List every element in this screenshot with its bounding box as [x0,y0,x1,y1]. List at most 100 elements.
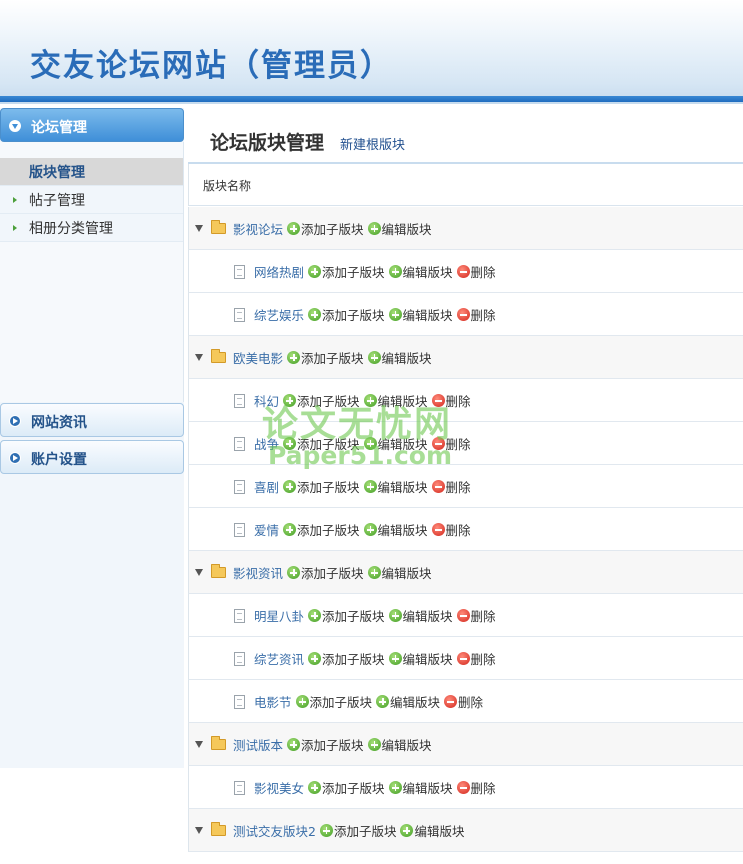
minus-circle-icon [456,781,470,794]
add-subboard-link-label: 添加子版块 [322,781,385,796]
board-name[interactable]: 综艺资讯 [254,649,304,668]
triangle-down-icon[interactable] [195,827,203,834]
edit-board-link-label: 编辑版块 [381,222,432,237]
expand-circle-icon [9,120,21,132]
edit-board-link[interactable]: 编辑版块 [400,821,465,840]
edit-board-link[interactable]: 编辑版块 [367,735,432,754]
board-name[interactable]: 网络热剧 [254,262,304,281]
board-name[interactable]: 测试版本 [233,735,283,754]
board-name[interactable]: 欧美电影 [233,348,283,367]
delete-board-link[interactable]: 删除 [444,692,483,711]
document-icon [234,307,245,322]
minus-circle-icon [431,394,445,407]
edit-board-link[interactable]: 编辑版块 [367,219,432,238]
edit-board-link[interactable]: 编辑版块 [363,391,428,410]
board-name[interactable]: 明星八卦 [254,606,304,625]
delete-board-link-label: 删除 [445,437,471,452]
plus-circle-icon [308,781,322,794]
board-row-child: 爱情 添加子版块 编辑版块 删除 [188,508,743,551]
add-subboard-link[interactable]: 添加子版块 [287,219,364,238]
add-subboard-link-label: 添加子版块 [301,566,364,581]
board-name[interactable]: 影视论坛 [233,219,283,238]
triangle-down-icon[interactable] [195,569,203,576]
board-name[interactable]: 爱情 [254,520,279,539]
edit-board-link[interactable]: 编辑版块 [363,520,428,539]
edit-board-link[interactable]: 编辑版块 [388,649,453,668]
edit-board-link[interactable]: 编辑版块 [367,563,432,582]
delete-board-link[interactable]: 删除 [456,649,496,668]
edit-board-link[interactable]: 编辑版块 [388,305,453,324]
triangle-down-icon[interactable] [195,741,203,748]
add-subboard-link-label: 添加子版块 [333,824,397,839]
add-subboard-link[interactable]: 添加子版块 [287,563,364,582]
edit-board-link[interactable]: 编辑版块 [367,348,432,367]
header-bar [0,96,743,102]
board-name[interactable]: 喜剧 [254,477,279,496]
document-icon [234,780,245,795]
add-subboard-link-label: 添加子版块 [301,738,364,753]
plus-circle-icon [287,738,301,751]
add-subboard-link[interactable]: 添加子版块 [308,262,385,281]
sidebar-item-board-manage[interactable]: 版块管理 [0,158,183,186]
edit-board-link[interactable]: 编辑版块 [363,434,428,453]
delete-board-link-label: 删除 [445,394,471,409]
board-name[interactable]: 综艺娱乐 [254,305,304,324]
delete-board-link[interactable]: 删除 [431,434,471,453]
add-subboard-link[interactable]: 添加子版块 [287,735,364,754]
delete-board-link[interactable]: 删除 [431,477,471,496]
delete-board-link[interactable]: 删除 [456,606,496,625]
add-subboard-link[interactable]: 添加子版块 [308,606,385,625]
add-subboard-link[interactable]: 添加子版块 [283,434,360,453]
add-subboard-link-label: 添加子版块 [301,351,364,366]
delete-board-link[interactable]: 删除 [456,778,496,797]
add-subboard-link[interactable]: 添加子版块 [283,391,360,410]
board-name[interactable]: 电影节 [254,692,292,711]
edit-board-link[interactable]: 编辑版块 [363,477,428,496]
main-content: 论坛版块管理 新建根版块 版块名称 影视论坛 添加子版块 编辑版块 网络热剧 添加子版块… [188,104,743,864]
board-row-parent: 影视论坛 添加子版块 编辑版块 [188,207,743,250]
plus-circle-icon [388,308,402,321]
board-row-parent: 影视资讯 添加子版块 编辑版块 [188,551,743,594]
sidebar-section-account[interactable]: 账户设置 [0,440,184,474]
minus-circle-icon [431,480,445,493]
edit-board-link-label: 编辑版块 [377,394,428,409]
add-subboard-link[interactable]: 添加子版块 [283,520,360,539]
delete-board-link[interactable]: 删除 [456,305,496,324]
edit-board-link[interactable]: 编辑版块 [376,692,440,711]
sidebar-section-forum[interactable]: 论坛管理 [0,108,184,142]
minus-circle-icon [444,695,458,708]
add-subboard-link[interactable]: 添加子版块 [319,821,397,840]
board-row-child: 科幻 添加子版块 编辑版块 删除 [188,379,743,422]
add-subboard-link[interactable]: 添加子版块 [287,348,364,367]
add-subboard-link[interactable]: 添加子版块 [308,305,385,324]
add-subboard-link[interactable]: 添加子版块 [308,649,385,668]
triangle-down-icon[interactable] [195,225,203,232]
plus-circle-icon [388,265,402,278]
edit-board-link[interactable]: 编辑版块 [388,606,453,625]
board-row-child: 网络热剧 添加子版块 编辑版块 删除 [188,250,743,293]
plus-circle-icon [319,824,333,837]
add-subboard-link[interactable]: 添加子版块 [308,778,385,797]
edit-board-link-label: 编辑版块 [402,609,453,624]
edit-board-link[interactable]: 编辑版块 [388,778,453,797]
delete-board-link[interactable]: 删除 [456,262,496,281]
new-root-board-link[interactable]: 新建根版块 [340,134,405,153]
add-subboard-link-label: 添加子版块 [322,609,385,624]
board-name[interactable]: 影视资讯 [233,563,283,582]
plus-circle-icon [308,652,322,665]
sidebar-section-news[interactable]: 网站资讯 [0,403,184,437]
board-name[interactable]: 测试交友版块2 [233,821,316,840]
board-name[interactable]: 影视美女 [254,778,304,797]
edit-board-link[interactable]: 编辑版块 [388,262,453,281]
board-name[interactable]: 科幻 [254,391,279,410]
sidebar-item-album-category[interactable]: 相册分类管理 [0,214,183,242]
sidebar-item-post-manage[interactable]: 帖子管理 [0,186,183,214]
add-subboard-link[interactable]: 添加子版块 [283,477,360,496]
add-subboard-link[interactable]: 添加子版块 [295,692,372,711]
triangle-down-icon[interactable] [195,354,203,361]
delete-board-link[interactable]: 删除 [431,391,471,410]
delete-board-link-label: 删除 [445,480,471,495]
column-header-label: 版块名称 [203,179,252,193]
board-name[interactable]: 战争 [254,434,279,453]
delete-board-link[interactable]: 删除 [431,520,471,539]
